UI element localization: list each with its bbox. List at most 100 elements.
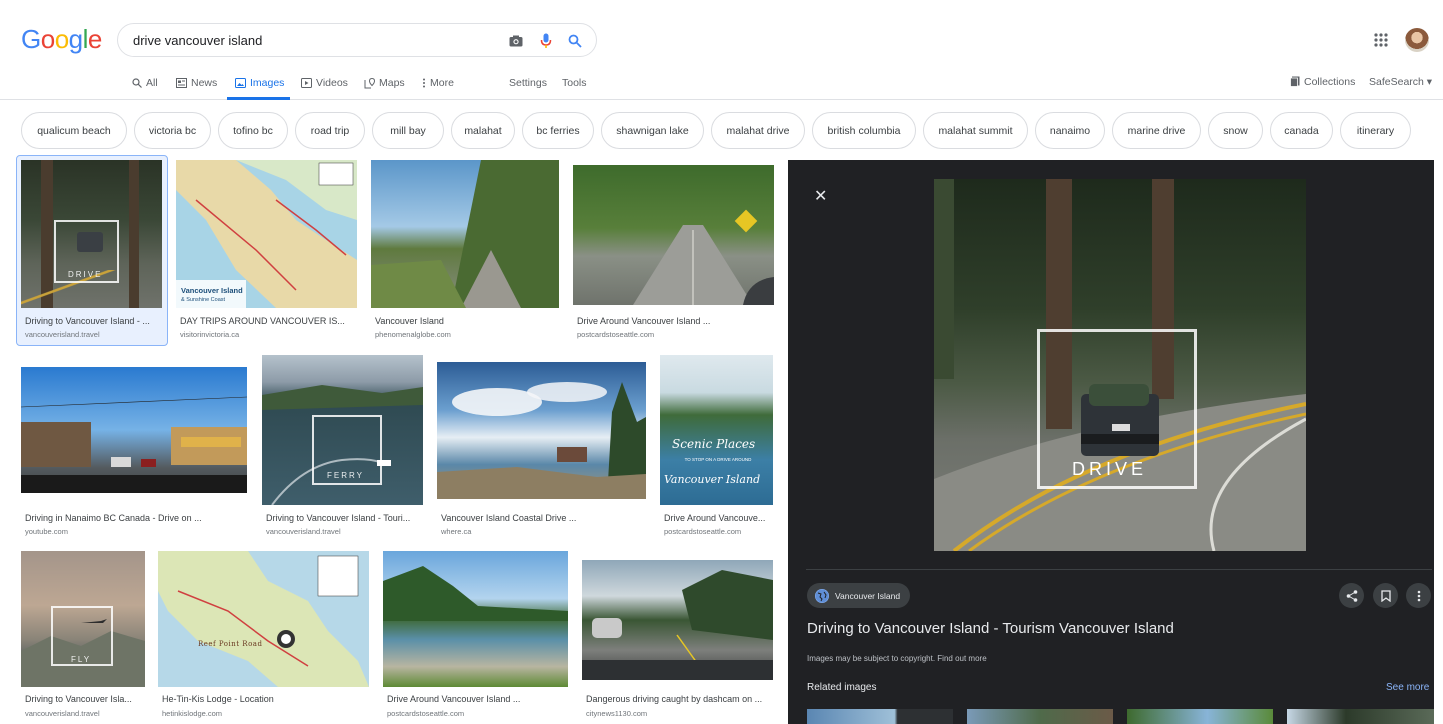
result-title[interactable]: Driving to Vancouver Island - ... <box>25 316 165 326</box>
chip[interactable]: malahat drive <box>711 112 805 149</box>
see-more-link[interactable]: See more <box>1386 682 1429 693</box>
settings-link[interactable]: Settings <box>509 76 547 90</box>
image-result[interactable]: DRIVE Driving to Vancouver Island - ... … <box>21 160 166 345</box>
active-tab-indicator <box>227 97 290 100</box>
chip[interactable]: snow <box>1208 112 1263 149</box>
related-thumbnail[interactable] <box>807 709 953 724</box>
tab-label: Settings <box>509 77 547 89</box>
result-thumbnail <box>21 367 247 493</box>
result-thumbnail <box>573 165 774 305</box>
image-result[interactable]: Vancouver Island Coastal Drive ... where… <box>437 355 649 540</box>
find-out-more-link[interactable]: Find out more <box>937 654 986 663</box>
chip-label: marine drive <box>1127 124 1186 137</box>
chip[interactable]: bc ferries <box>522 112 594 149</box>
chip[interactable]: qualicum beach <box>21 112 127 149</box>
more-vert-icon[interactable] <box>1406 583 1431 608</box>
chip[interactable]: itinerary <box>1340 112 1411 149</box>
tab-images[interactable]: Images <box>235 76 284 90</box>
result-title[interactable]: He-Tin-Kis Lodge - Location <box>162 694 274 704</box>
result-title[interactable]: Dangerous driving caught by dashcam on .… <box>586 694 762 704</box>
search-icon <box>132 78 142 88</box>
camera-icon[interactable] <box>506 31 526 51</box>
image-result[interactable]: Vancouver Island phenomenalglobe.com <box>371 160 561 345</box>
chip-label: tofino bc <box>233 124 273 137</box>
chip[interactable]: shawnigan lake <box>601 112 704 149</box>
collections-button[interactable]: Collections <box>1290 76 1355 88</box>
result-title[interactable]: Driving in Nanaimo BC Canada - Drive on … <box>25 513 202 523</box>
result-title[interactable]: Drive Around Vancouve... <box>664 513 776 523</box>
chip[interactable]: road trip <box>295 112 365 149</box>
result-title[interactable]: Drive Around Vancouver Island ... <box>577 316 710 326</box>
chip[interactable]: mill bay <box>372 112 444 149</box>
google-logo[interactable]: Google <box>21 24 102 55</box>
related-thumbnail[interactable] <box>967 709 1113 724</box>
chip[interactable]: malahat summit <box>923 112 1028 149</box>
related-thumbnail[interactable] <box>1127 709 1273 724</box>
result-title[interactable]: DAY TRIPS AROUND VANCOUVER IS... <box>180 316 360 326</box>
logo-letter: o <box>54 24 69 54</box>
result-title[interactable]: Vancouver Island <box>375 316 444 326</box>
result-thumbnail: DRIVE <box>21 160 162 308</box>
result-title[interactable]: Driving to Vancouver Isla... <box>25 694 149 704</box>
overlay-label: FLY <box>71 655 92 664</box>
tab-maps[interactable]: Maps <box>364 76 405 90</box>
search-input[interactable]: drive vancouver island <box>133 33 262 48</box>
tab-label: Videos <box>316 77 348 89</box>
source-chip[interactable]: Vancouver Island <box>807 583 911 608</box>
result-source: postcardstoseattle.com <box>387 709 465 718</box>
chip[interactable]: canada <box>1270 112 1333 149</box>
avatar[interactable] <box>1405 28 1429 52</box>
chip[interactable]: tofino bc <box>218 112 288 149</box>
overlay-label: FERRY <box>327 471 364 480</box>
safesearch-label: SafeSearch ▾ <box>1369 76 1433 88</box>
map-icon <box>364 77 375 88</box>
image-result[interactable]: Driving in Nanaimo BC Canada - Drive on … <box>21 355 251 540</box>
chip[interactable]: nanaimo <box>1035 112 1105 149</box>
image-result[interactable]: Drive Around Vancouver Island ... postca… <box>383 551 571 724</box>
script-subtitle: TO STOP ON A DRIVE AROUND <box>684 457 752 462</box>
safesearch-button[interactable]: SafeSearch ▾ <box>1369 76 1432 88</box>
result-thumbnail: Reef Point Road <box>158 551 369 687</box>
result-title[interactable]: Drive Around Vancouver Island ... <box>387 694 520 704</box>
chip[interactable]: malahat <box>451 112 515 149</box>
share-icon[interactable] <box>1339 583 1364 608</box>
image-result[interactable]: Dangerous driving caught by dashcam on .… <box>582 551 776 724</box>
image-result[interactable]: Vancouver Island & Sunshine Coast DAY TR… <box>176 160 361 345</box>
result-title[interactable]: Driving to Vancouver Island - Touri... <box>266 513 426 523</box>
apps-grid-icon[interactable] <box>1372 31 1390 49</box>
chip-label: itinerary <box>1356 124 1395 137</box>
related-thumbnail[interactable] <box>1287 709 1434 724</box>
preview-image[interactable]: DRIVE <box>934 179 1306 551</box>
result-thumbnail <box>582 560 773 680</box>
result-source: where.ca <box>441 527 472 536</box>
tab-all[interactable]: All <box>132 76 158 90</box>
chip[interactable]: british columbia <box>812 112 916 149</box>
image-result[interactable]: Drive Around Vancouver Island ... postca… <box>573 160 778 345</box>
preview-title[interactable]: Driving to Vancouver Island - Tourism Va… <box>807 620 1174 637</box>
close-icon[interactable]: ✕ <box>814 186 827 206</box>
chip[interactable]: marine drive <box>1112 112 1201 149</box>
collections-label: Collections <box>1304 76 1356 88</box>
bookmark-icon[interactable] <box>1373 583 1398 608</box>
image-result[interactable]: FERRY Driving to Vancouver Island - Tour… <box>262 355 426 540</box>
chip-label: british columbia <box>827 124 901 137</box>
image-result[interactable]: Reef Point Road He-Tin-Kis Lodge - Locat… <box>158 551 372 724</box>
tab-news[interactable]: News <box>176 76 217 90</box>
tab-label: Images <box>250 77 285 89</box>
microphone-icon[interactable] <box>536 31 556 51</box>
search-icon[interactable] <box>565 31 585 51</box>
chip-label: mill bay <box>390 124 426 137</box>
search-box[interactable]: drive vancouver island <box>117 23 597 57</box>
image-result[interactable]: FLY Driving to Vancouver Isla... vancouv… <box>21 551 147 724</box>
tab-more[interactable]: More <box>422 76 454 90</box>
tab-videos[interactable]: Videos <box>301 76 348 90</box>
result-title[interactable]: Vancouver Island Coastal Drive ... <box>441 513 576 523</box>
result-thumbnail <box>371 160 559 308</box>
image-result[interactable]: Scenic Places TO STOP ON A DRIVE AROUND … <box>660 355 776 540</box>
result-source: visitorinvictoria.ca <box>180 330 240 339</box>
script-place: Vancouver Island <box>664 473 761 486</box>
tools-link[interactable]: Tools <box>562 76 587 90</box>
chip[interactable]: victoria bc <box>134 112 211 149</box>
logo-letter: e <box>87 24 102 54</box>
chip-label: shawnigan lake <box>616 124 689 137</box>
